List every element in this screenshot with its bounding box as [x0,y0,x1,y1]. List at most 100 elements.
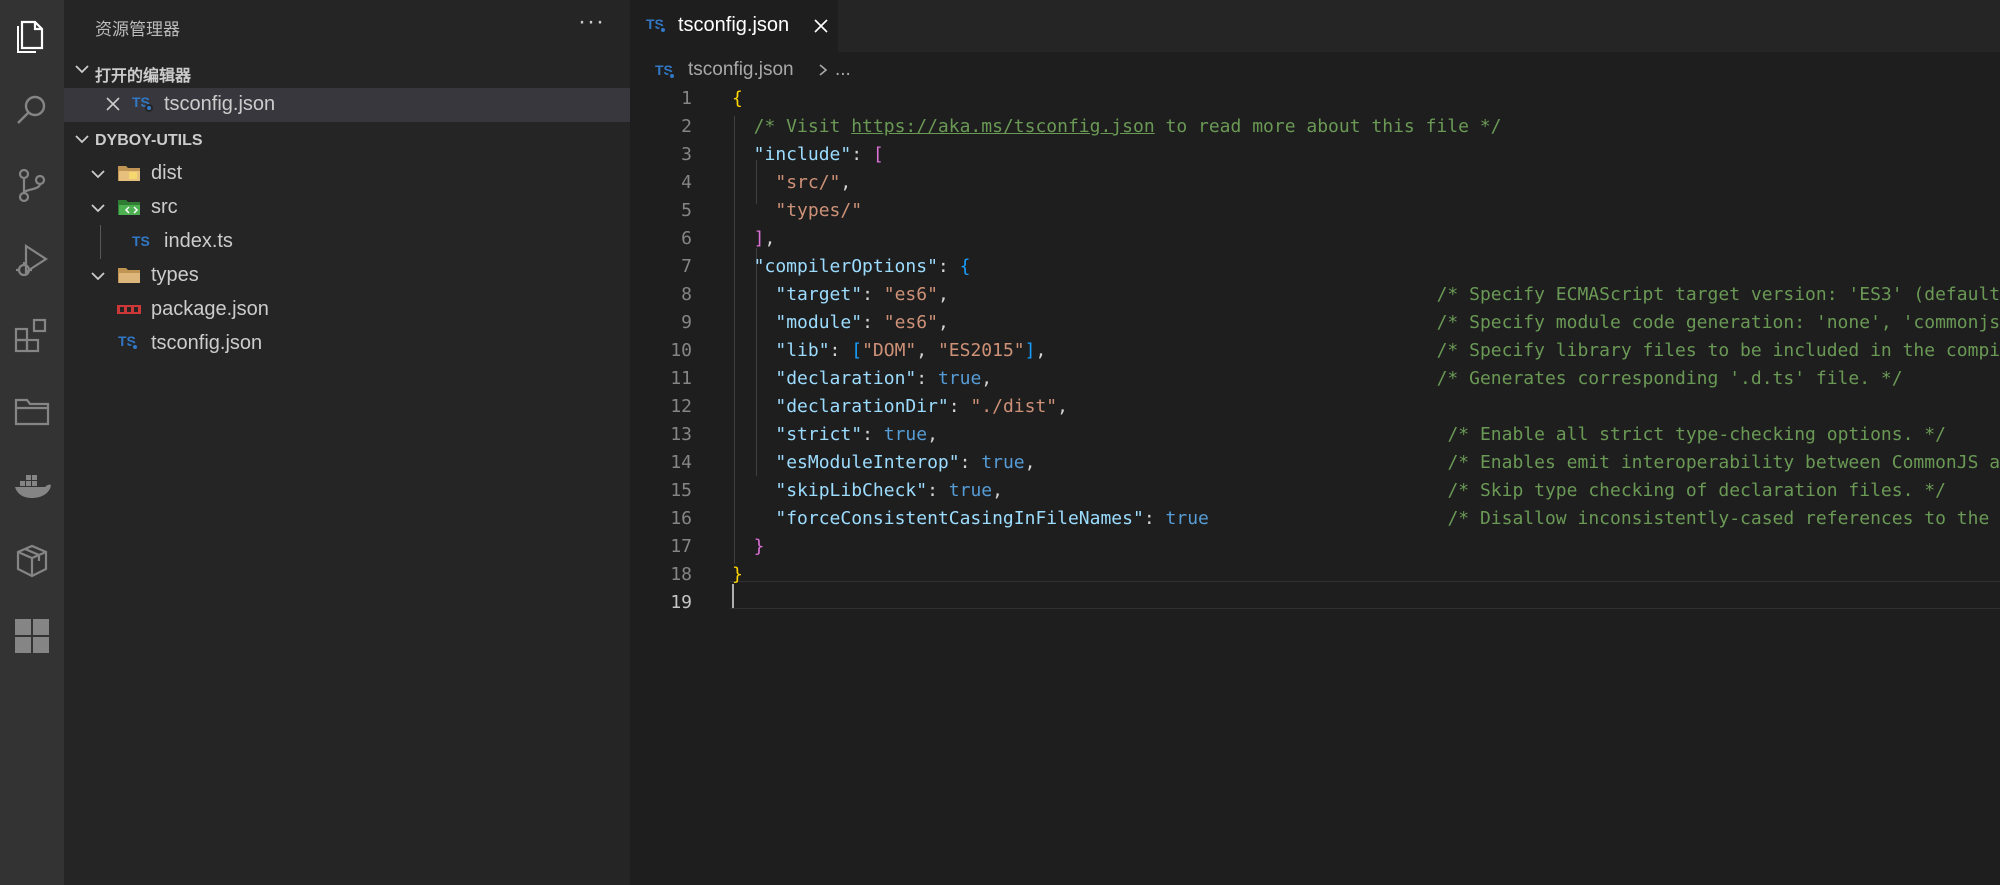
code-line: /* Visit https://aka.ms/tsconfig.json to… [754,116,1502,137]
source-control-icon[interactable] [6,159,58,211]
code-comment: /* Disallow inconsistently-cased referen… [1447,508,1990,529]
code-token: ] [1024,340,1036,361]
code-token: "module" [775,312,863,333]
tree-item-label: package.json [151,298,269,320]
tree-item-src[interactable]: src [64,191,630,225]
code-token: true [981,452,1025,473]
close-icon[interactable] [813,18,829,34]
code-line: { [732,88,743,109]
code-token: : [937,256,960,277]
code-comment: /* Specify ECMAScript target version: 'E… [1436,284,2000,305]
breadcrumb-file[interactable]: tsconfig.json [688,59,794,81]
text-cursor [732,584,734,608]
code-line: "compilerOptions": { [754,256,971,277]
code-editor[interactable]: 1 {2 /* Visit https://aka.ms/tsconfig.json… [630,88,2000,885]
tree-item-package-json[interactable]: package.json [64,293,630,327]
code-token: , [764,228,776,249]
code-token: true [1165,508,1209,529]
code-token: "./dist" [970,396,1058,417]
indent-guide [756,160,757,204]
package-box-icon[interactable] [6,534,58,586]
line-number: 7 [681,256,692,277]
tree-item-label: dist [151,162,183,184]
code-comment: to read more about this file */ [1154,116,1502,137]
folder-src-icon [118,200,140,215]
project-heading: DYBOY-UTILS [95,132,203,149]
indent-guide [756,248,757,476]
code-token: "ES2015" [937,340,1025,361]
line-number: 13 [670,424,692,445]
folder-dist-icon [118,166,140,181]
code-comment: /* Enables emit interoperability between… [1447,452,2000,473]
sidebar-header: 资源管理器 ··· [64,0,630,52]
line-number: 12 [670,396,692,417]
code-link[interactable]: https://aka.ms/tsconfig.json [851,116,1154,137]
chevron-down-icon [75,135,89,144]
tab-tsconfig-json[interactable]: TS tsconfig.json [630,0,838,52]
ts-config-icon: TS [118,333,139,351]
line-number: 2 [681,116,692,137]
line-number: 3 [681,144,692,165]
code-token: : [862,284,884,305]
code-line: "esModuleInterop": true, /* Enables emit … [775,452,2000,473]
line-number: 1 [681,88,692,109]
code-line: "forceConsistentCasingInFileNames": true… [775,508,1989,529]
tree-item-types[interactable]: types [64,259,630,293]
code-token: , [937,312,949,333]
code-token: "lib" [775,340,830,361]
sidebar-title: 资源管理器 [95,20,180,39]
code-token: { [959,256,971,277]
indent-guide [734,116,735,564]
code-token: "types/" [775,200,863,221]
code-token: : [862,312,884,333]
code-comment: /* Specify library files to be included … [1436,340,2000,361]
open-editor-item[interactable]: TS tsconfig.json [64,88,630,122]
search-icon[interactable] [6,84,58,136]
line-number: 17 [670,536,692,557]
more-actions-icon[interactable]: ··· [578,8,605,36]
line-number: 18 [670,564,692,585]
tree-item-tsconfig-json[interactable]: TS tsconfig.json [64,327,630,361]
docker-icon[interactable] [6,459,58,511]
tree-item-index-ts[interactable]: TS index.ts [64,225,630,259]
code-token: "src/" [775,172,841,193]
explorer-icon[interactable] [6,8,58,60]
tree-item-dist[interactable]: dist [64,157,630,191]
code-line: "types/" [775,200,862,221]
open-editor-label: tsconfig.json [164,93,276,115]
code-comment: /* Enable all strict type-checking optio… [1447,424,1946,445]
code-line: "declaration": true, /* Generates corresp… [775,368,1902,389]
code-token: "compilerOptions" [753,256,938,277]
grid-apps-icon[interactable] [6,610,58,662]
code-token: , [1057,396,1068,417]
project-section[interactable]: DYBOY-UTILS [64,124,630,158]
tree-item-label: index.ts [164,230,233,252]
chevron-down-icon [75,65,89,74]
code-comment: /* Skip type checking of declaration fil… [1447,480,1946,501]
folder-icon[interactable] [6,384,58,436]
ts-config-icon: TS [132,94,153,112]
run-debug-icon[interactable] [6,234,58,286]
code-token: true [883,424,928,445]
code-token: } [732,564,743,585]
code-token: "forceConsistentCasingInFileNames" [775,508,1144,529]
code-token: "declaration" [775,368,917,389]
tab-label: tsconfig.json [678,14,790,36]
ts-config-icon: TS [655,62,676,80]
code-token: , [937,284,949,305]
line-number: 9 [681,312,692,333]
code-token: , [927,424,938,445]
extensions-icon[interactable] [6,309,58,361]
open-editors-section[interactable]: 打开的编辑器 [64,54,630,88]
line-number: 11 [670,368,692,389]
code-token: , [840,172,852,193]
breadcrumb-more[interactable]: ... [835,59,851,81]
close-icon[interactable] [105,96,121,112]
code-token: "declarationDir" [775,396,949,417]
code-line: "src/", [775,172,851,193]
code-line: "lib": ["DOM", "ES2015"], /* Specify libr… [775,340,2000,361]
tree-item-label: types [151,264,199,286]
chevron-down-icon [91,170,105,179]
code-token: "strict" [775,424,863,445]
code-token: "es6" [883,312,938,333]
